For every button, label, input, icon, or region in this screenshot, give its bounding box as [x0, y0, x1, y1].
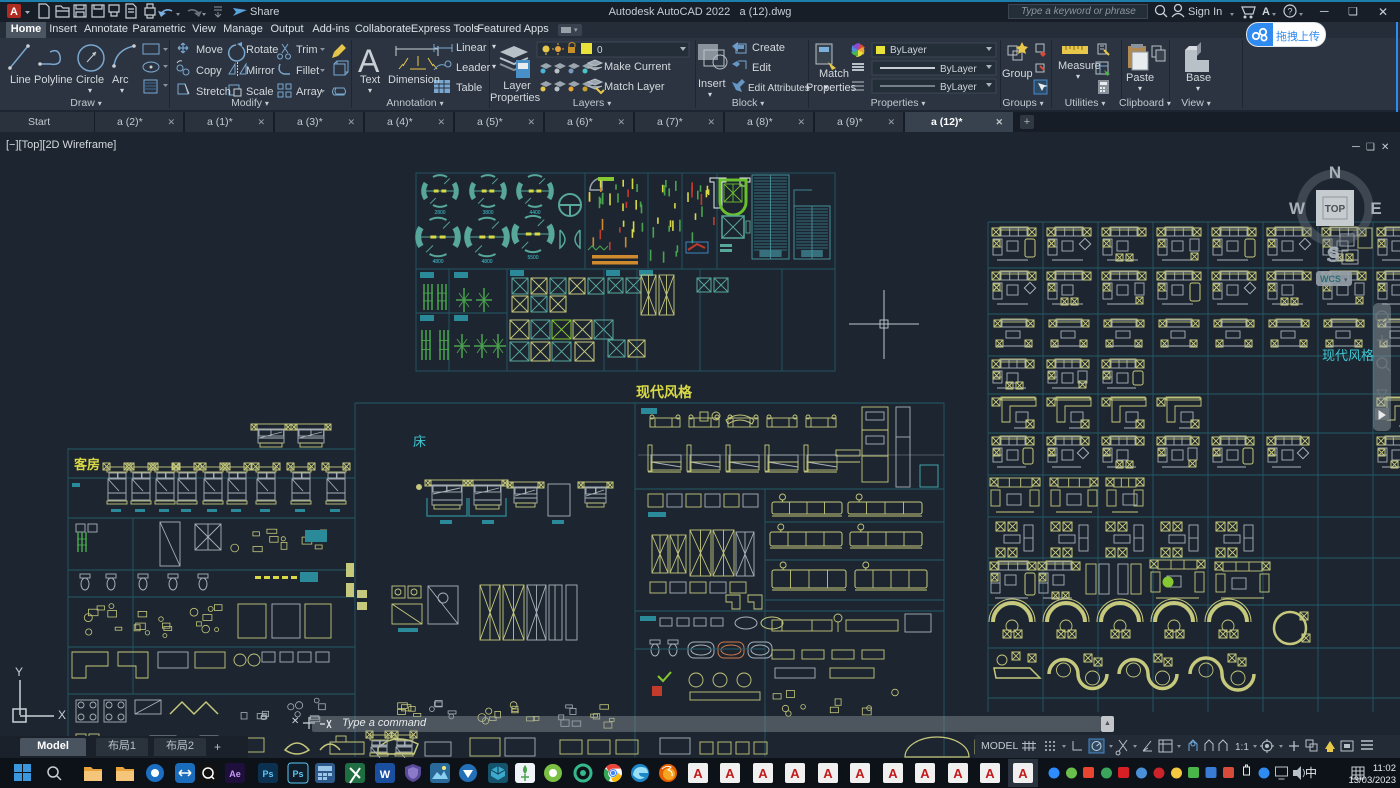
svg-text:ByLayer: ByLayer — [890, 45, 927, 56]
svg-text:[−][Top][2D Wireframe]: [−][Top][2D Wireframe] — [6, 139, 116, 151]
svg-text:S: S — [1328, 243, 1339, 262]
svg-text:5500: 5500 — [527, 255, 538, 261]
svg-text:Ps: Ps — [262, 769, 273, 779]
svg-text:A: A — [1018, 766, 1028, 781]
svg-text:中: 中 — [1305, 765, 1317, 780]
svg-text:Ps: Ps — [292, 769, 303, 779]
svg-text:Y: Y — [15, 665, 23, 679]
svg-text:3800: 3800 — [482, 210, 493, 216]
svg-text:ByLayer: ByLayer — [940, 82, 977, 93]
svg-text:N: N — [1329, 163, 1341, 182]
svg-text:Sign In: Sign In — [1188, 6, 1222, 18]
svg-text:A: A — [855, 766, 865, 781]
svg-text:A: A — [693, 766, 703, 781]
svg-text:4800: 4800 — [432, 259, 443, 265]
svg-text:A: A — [920, 766, 930, 781]
svg-text:Ae: Ae — [229, 769, 241, 779]
svg-text:13/03/2023: 13/03/2023 — [1348, 775, 1396, 786]
svg-text:A: A — [985, 766, 995, 781]
svg-text:W: W — [380, 769, 391, 781]
svg-text:❏: ❏ — [1366, 142, 1375, 153]
svg-text:现代风格: 现代风格 — [1322, 348, 1374, 363]
svg-text:▾: ▾ — [1344, 277, 1348, 284]
svg-text:E: E — [1370, 199, 1381, 218]
svg-text:1:1: 1:1 — [1235, 742, 1249, 753]
svg-text:W: W — [1289, 199, 1306, 218]
svg-text:TOP: TOP — [1325, 204, 1346, 215]
svg-text:A: A — [790, 766, 800, 781]
svg-text:现代风格: 现代风格 — [636, 384, 693, 400]
svg-text:A: A — [953, 766, 963, 781]
svg-text:A: A — [888, 766, 898, 781]
svg-text:客房: 客房 — [74, 457, 100, 472]
svg-text:4800: 4800 — [481, 259, 492, 265]
svg-text:A: A — [725, 766, 735, 781]
svg-text:WCS: WCS — [1320, 274, 1341, 284]
svg-text:床: 床 — [413, 434, 426, 449]
svg-text:A: A — [758, 766, 768, 781]
svg-text:2800: 2800 — [434, 210, 445, 216]
svg-text:?: ? — [1287, 7, 1292, 17]
svg-text:A: A — [823, 766, 833, 781]
svg-text:0: 0 — [597, 45, 603, 56]
svg-text:ByLayer: ByLayer — [940, 64, 977, 75]
svg-text:✕: ✕ — [1381, 142, 1389, 153]
svg-text:A: A — [1262, 6, 1270, 18]
svg-text:X: X — [58, 708, 66, 722]
svg-text:─: ─ — [1351, 141, 1360, 153]
svg-text:11:02: 11:02 — [1373, 763, 1396, 774]
